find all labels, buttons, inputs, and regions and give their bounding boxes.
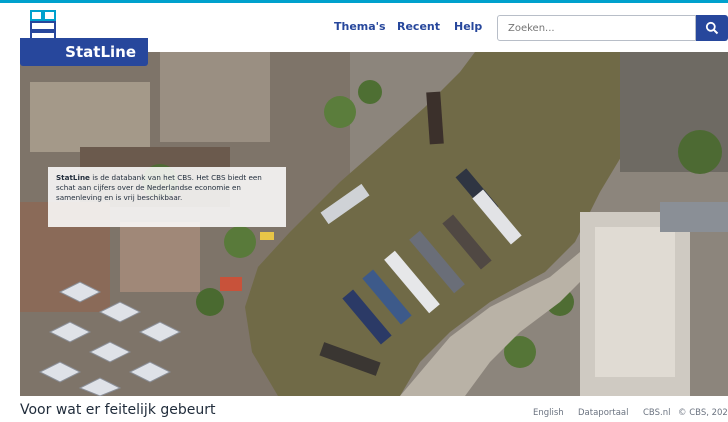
- nav-themas[interactable]: Thema's: [334, 20, 386, 33]
- statline-brand[interactable]: StatLine: [20, 38, 148, 66]
- nav-help[interactable]: Help: [454, 20, 482, 33]
- tagline: Voor wat er feitelijk gebeurt: [20, 402, 216, 418]
- hero-image: StatLine is de databank van het CBS. Het…: [20, 52, 728, 396]
- intro-brand: StatLine: [56, 173, 90, 182]
- footer-copyright: © CBS, 2022: [678, 408, 728, 418]
- footer-link-cbs[interactable]: CBS.nl: [643, 408, 670, 418]
- search-button[interactable]: [696, 15, 728, 41]
- footer-link-english[interactable]: English: [533, 408, 564, 418]
- search-icon: [705, 21, 719, 35]
- footer-link-dataportaal[interactable]: Dataportaal: [578, 408, 629, 418]
- search-input[interactable]: [497, 15, 696, 41]
- intro-panel: StatLine is de databank van het CBS. Het…: [48, 167, 286, 227]
- nav-recent[interactable]: Recent: [397, 20, 440, 33]
